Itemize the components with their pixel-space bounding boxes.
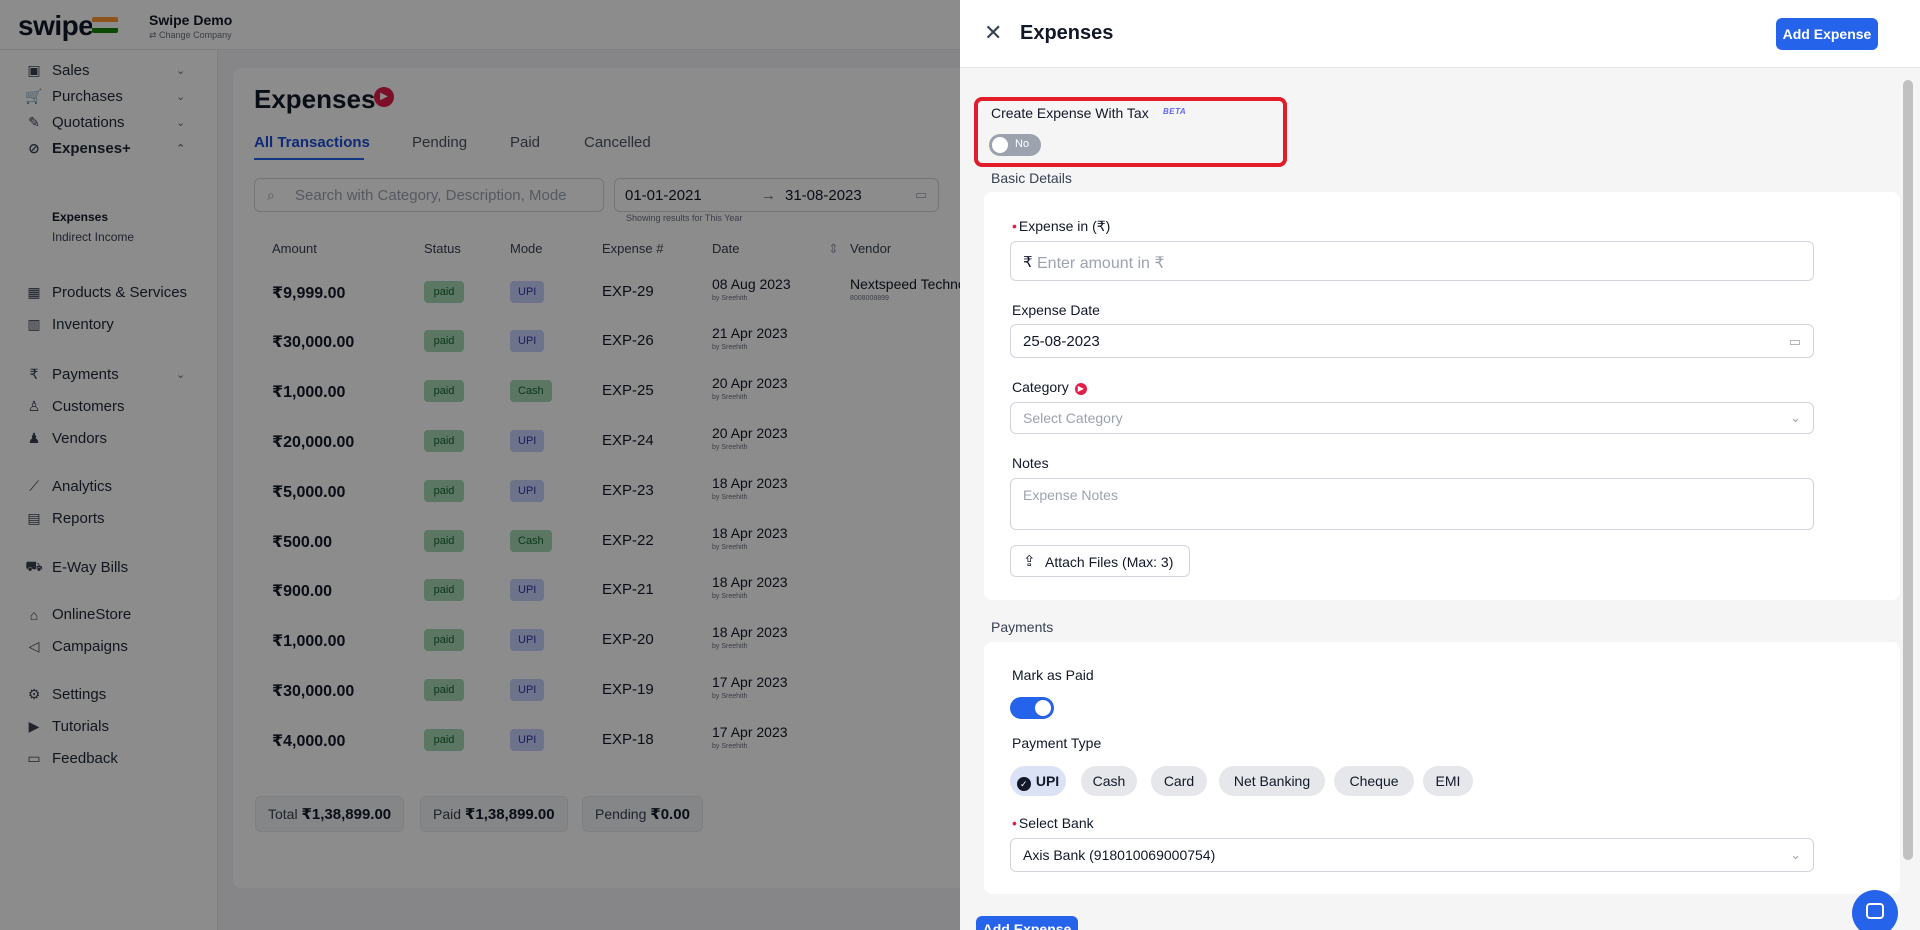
add-expense-bottom-button[interactable]: Add Expense <box>976 916 1078 930</box>
payments-heading: Payments <box>991 619 1054 635</box>
scrollbar[interactable] <box>1903 80 1913 860</box>
mark-as-paid-label: Mark as Paid <box>1012 667 1094 683</box>
upload-icon: ⇪ <box>1023 553 1036 570</box>
payment-type-cheque[interactable]: Cheque <box>1334 766 1414 796</box>
attach-files-button[interactable]: ⇪ Attach Files (Max: 3) <box>1010 545 1190 577</box>
payment-type-net-banking[interactable]: Net Banking <box>1219 766 1325 796</box>
chevron-down-icon: ⌄ <box>1790 410 1801 425</box>
bank-select[interactable]: Axis Bank (918010069000754) ⌄ <box>1010 838 1814 872</box>
chevron-down-icon: ⌄ <box>1790 847 1801 862</box>
drawer-header: ✕ Expenses Add Expense <box>960 0 1920 68</box>
category-label: Category ▶ <box>1012 379 1087 395</box>
payment-type-card[interactable]: Card <box>1151 766 1207 796</box>
basic-details-heading: Basic Details <box>991 170 1072 186</box>
rupee-prefix: ₹ <box>1023 254 1033 271</box>
payment-type-label: Payment Type <box>1012 735 1102 751</box>
close-icon[interactable]: ✕ <box>984 20 1002 46</box>
attach-files-label: Attach Files (Max: 3) <box>1045 554 1174 570</box>
drawer-title: Expenses <box>1020 22 1114 44</box>
select-bank-label: • Select Bank <box>1012 815 1094 831</box>
expense-drawer: ✕ Expenses Add Expense Create Expense Wi… <box>960 0 1920 930</box>
toggle-knob <box>1035 700 1051 716</box>
expense-amount-label: • Expense in (₹) <box>1012 218 1111 234</box>
add-expense-button[interactable]: Add Expense <box>1776 18 1878 50</box>
notes-placeholder: Expense Notes <box>1023 487 1118 503</box>
check-circle-icon: ✓ <box>1016 777 1031 791</box>
expense-date-label: Expense Date <box>1012 302 1100 318</box>
add-category-icon[interactable]: ▶ <box>1074 383 1087 395</box>
category-select[interactable]: Select Category ⌄ <box>1010 402 1814 434</box>
modal-overlay[interactable] <box>0 0 960 930</box>
notes-textarea[interactable]: Expense Notes <box>1010 478 1814 530</box>
bank-value: Axis Bank (918010069000754) <box>1023 847 1216 863</box>
amount-placeholder: Enter amount in ₹ <box>1037 255 1165 272</box>
category-placeholder: Select Category <box>1023 410 1123 426</box>
calendar-icon: ▭ <box>1788 334 1801 349</box>
chat-support-button[interactable] <box>1852 890 1898 930</box>
scrollbar-thumb[interactable] <box>1903 80 1913 860</box>
payment-type-cash[interactable]: Cash <box>1081 766 1137 796</box>
highlight-box <box>974 97 1287 167</box>
expense-date-value: 25-08-2023 <box>1023 333 1100 350</box>
payment-type-upi[interactable]: ✓ UPI <box>1010 766 1066 796</box>
expense-amount-input[interactable]: ₹ Enter amount in ₹ <box>1010 241 1814 281</box>
expense-date-input[interactable]: 25-08-2023 ▭ <box>1010 324 1814 358</box>
chat-icon <box>1866 903 1884 919</box>
payment-type-emi[interactable]: EMI <box>1423 766 1473 796</box>
mark-as-paid-toggle[interactable] <box>1010 697 1054 719</box>
notes-label: Notes <box>1012 455 1049 471</box>
